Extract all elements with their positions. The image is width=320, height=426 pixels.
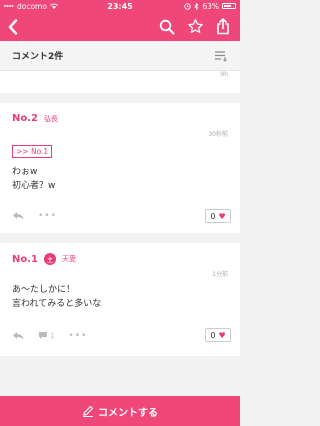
like-count: 0 <box>210 330 216 340</box>
comment-header: No.1 主 天愛 <box>12 253 76 265</box>
reply-reference-link[interactable]: >> No.1 <box>12 145 53 158</box>
comment-time: 30秒前 <box>208 131 228 138</box>
comment-line: あ〜たしかに！ <box>12 285 76 295</box>
search-icon <box>159 19 175 34</box>
comments-count-title: コメント2件 <box>12 52 64 62</box>
like-button[interactable]: 0 ♥ <box>205 328 231 342</box>
comment-header: No.2 弘長 <box>12 113 58 124</box>
sort-icon[interactable] <box>214 50 228 62</box>
comment-time: 1分前 <box>212 271 228 278</box>
comments-header: コメント2件 <box>0 41 240 71</box>
comment-line: わぉw <box>12 167 38 177</box>
favorite-button[interactable] <box>186 18 204 36</box>
carrier-name: docomo <box>17 1 47 11</box>
previous-card-time: 9h <box>220 71 228 78</box>
signal-icon <box>4 5 14 7</box>
reply-count-value: 1 <box>50 331 55 340</box>
comment-body: わぉw 初心者？w <box>12 165 55 193</box>
alarm-icon <box>184 2 192 10</box>
more-options-icon[interactable]: ••• <box>68 331 87 340</box>
pencil-icon <box>83 405 94 417</box>
like-count: 0 <box>210 211 216 221</box>
heart-icon: ♥ <box>218 211 226 221</box>
search-button[interactable] <box>158 18 176 36</box>
more-options-icon[interactable]: ••• <box>38 211 57 220</box>
status-left: docomo <box>4 2 58 11</box>
chat-bubble-icon <box>39 332 47 339</box>
star-icon <box>187 19 203 34</box>
comment-line: 言われてみると多いな <box>12 299 102 309</box>
write-comment-button[interactable]: コメントする <box>0 396 240 426</box>
reply-count[interactable]: 1 <box>38 331 54 340</box>
heart-icon: ♥ <box>218 330 226 340</box>
comment-body: あ〜たしかに！ 言われてみると多いな <box>12 283 101 311</box>
wifi-icon <box>50 3 58 9</box>
previous-card: 9h <box>0 71 240 93</box>
write-comment-label: コメントする <box>98 407 158 419</box>
comment-actions: 1 ••• <box>12 331 87 340</box>
bluetooth-icon <box>194 2 199 10</box>
battery-percent: 63% <box>202 1 219 11</box>
comment-card: No.1 主 天愛 1分前 あ〜たしかに！ 言われてみると多いな 1 ••• 0… <box>0 243 240 356</box>
comment-number[interactable]: No.2 <box>12 113 38 124</box>
status-right: 63% <box>184 2 236 11</box>
status-bar: docomo 23:45 63% <box>0 0 240 12</box>
comment-line: 初心者？w <box>12 181 56 191</box>
reply-icon[interactable] <box>12 211 24 220</box>
share-button[interactable] <box>214 18 232 36</box>
comment-card: No.2 弘長 30秒前 >> No.1 わぉw 初心者？w ••• 0 ♥ <box>0 103 240 233</box>
like-button[interactable]: 0 ♥ <box>205 209 231 223</box>
chevron-left-icon <box>8 18 18 35</box>
comment-number[interactable]: No.1 <box>12 254 38 265</box>
author-badge: 主 <box>44 253 56 265</box>
comment-actions: ••• <box>12 211 57 220</box>
share-icon <box>217 18 229 35</box>
comment-author: 弘長 <box>44 114 58 123</box>
battery-icon <box>222 3 236 9</box>
reply-icon[interactable] <box>12 331 24 340</box>
nav-actions <box>158 18 236 36</box>
nav-bar <box>0 12 240 41</box>
back-button[interactable] <box>4 18 22 36</box>
comment-author: 天愛 <box>62 255 76 263</box>
